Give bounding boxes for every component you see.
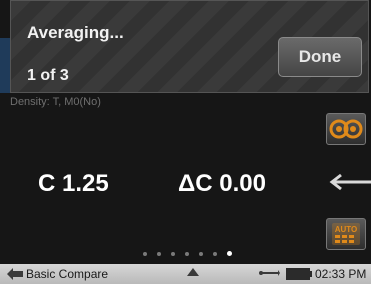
page-dot[interactable]: [199, 251, 203, 256]
status-time: 02:33 PM: [315, 267, 367, 281]
back-nav-icon[interactable]: [6, 267, 24, 281]
page-dot[interactable]: [213, 251, 217, 256]
left-arrow-icon: [329, 173, 371, 191]
up-arrow-icon[interactable]: [186, 266, 200, 278]
page-dot[interactable]: [171, 251, 175, 256]
auto-icon: AUTO: [332, 223, 360, 245]
usb-icon: [259, 270, 280, 276]
overlay-title: Averaging...: [27, 23, 124, 42]
status-title: Basic Compare: [26, 267, 109, 281]
page-dot[interactable]: [227, 251, 232, 256]
compare-icon: [329, 119, 363, 139]
auto-icon-button[interactable]: AUTO: [326, 218, 366, 250]
status-bar: Basic Compare 02:33 PM: [0, 264, 371, 284]
compare-icon-button[interactable]: [326, 113, 366, 145]
delta-c-value: ΔC 0.00: [178, 170, 266, 197]
side-accent: [0, 38, 10, 93]
page-dot[interactable]: [143, 251, 147, 256]
page-dot[interactable]: [157, 251, 161, 256]
done-button[interactable]: Done: [278, 37, 362, 77]
density-label: Density: T, M0(No): [10, 96, 101, 108]
screen: Density: T, M0(No) Averaging... 1 of 3 D…: [0, 0, 371, 284]
battery-icon: [286, 268, 312, 280]
overlay-progress: 1 of 3: [27, 67, 69, 84]
page-dot[interactable]: [185, 251, 189, 256]
averaging-overlay: Averaging... 1 of 3 Done: [10, 0, 369, 93]
page-indicator: [143, 251, 232, 256]
c-value: C 1.25: [38, 170, 109, 197]
auto-icon-label: AUTO: [335, 225, 358, 234]
